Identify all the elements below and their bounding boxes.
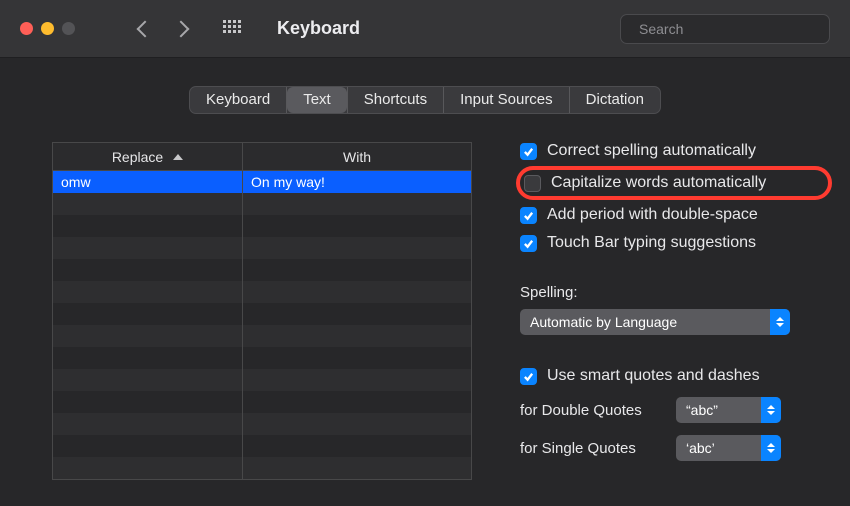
single-quotes-label: for Single Quotes (520, 440, 660, 457)
text-options: Correct spelling automatically Capitaliz… (520, 142, 850, 480)
smart-quotes-checkbox[interactable] (520, 368, 537, 385)
dropdown-arrows-icon (770, 309, 790, 335)
quotes-block: Use smart quotes and dashes for Double Q… (520, 367, 820, 461)
spelling-label: Spelling: (520, 284, 820, 301)
column-with-label: With (343, 149, 371, 165)
spelling-value: Automatic by Language (530, 314, 677, 330)
capitalize-words-label: Capitalize words automatically (551, 174, 766, 192)
tab-input-sources[interactable]: Input Sources (444, 87, 569, 113)
show-all-prefs-button[interactable] (223, 20, 241, 38)
forward-button[interactable] (175, 21, 191, 37)
table-row[interactable] (53, 347, 471, 369)
zoom-window-button[interactable] (62, 22, 75, 35)
dropdown-arrows-icon (761, 397, 781, 423)
table-row[interactable] (53, 303, 471, 325)
option-correct-spelling: Correct spelling automatically (520, 142, 820, 160)
search-field[interactable] (620, 14, 830, 44)
table-row[interactable] (53, 281, 471, 303)
option-add-period: Add period with double-space (520, 206, 820, 224)
smart-quotes-label: Use smart quotes and dashes (547, 367, 760, 385)
column-replace-label: Replace (112, 149, 163, 165)
column-header-with[interactable]: With (243, 143, 471, 170)
sort-ascending-icon (173, 154, 183, 160)
cell-with: On my way! (243, 171, 471, 193)
spelling-block: Spelling: Automatic by Language (520, 284, 820, 335)
table-row[interactable] (53, 237, 471, 259)
prefs-tabs: Keyboard Text Shortcuts Input Sources Di… (189, 86, 661, 114)
single-quotes-value: ‘abc’ (686, 440, 715, 456)
tab-keyboard[interactable]: Keyboard (190, 87, 286, 113)
table-row[interactable] (53, 457, 471, 479)
tab-text[interactable]: Text (287, 87, 347, 113)
table-row[interactable] (53, 193, 471, 215)
table-row[interactable] (53, 413, 471, 435)
table-row[interactable] (53, 325, 471, 347)
add-period-label: Add period with double-space (547, 206, 758, 224)
tab-shortcuts[interactable]: Shortcuts (348, 87, 443, 113)
close-window-button[interactable] (20, 22, 33, 35)
double-quotes-select[interactable]: “abc” (676, 397, 781, 423)
table-row[interactable]: omw On my way! (53, 171, 471, 193)
nav-buttons (135, 21, 191, 37)
tab-dictation[interactable]: Dictation (570, 87, 660, 113)
correct-spelling-label: Correct spelling automatically (547, 142, 756, 160)
double-quotes-value: “abc” (686, 402, 718, 418)
table-row[interactable] (53, 391, 471, 413)
option-smart-quotes: Use smart quotes and dashes (520, 367, 820, 385)
capitalize-words-checkbox[interactable] (524, 175, 541, 192)
option-touchbar-suggestions: Touch Bar typing suggestions (520, 234, 820, 252)
spelling-select[interactable]: Automatic by Language (520, 309, 790, 335)
table-row[interactable] (53, 435, 471, 457)
table-row[interactable] (53, 215, 471, 237)
add-period-checkbox[interactable] (520, 207, 537, 224)
touchbar-checkbox[interactable] (520, 235, 537, 252)
traffic-lights (20, 22, 75, 35)
back-button[interactable] (135, 21, 151, 37)
touchbar-label: Touch Bar typing suggestions (547, 234, 756, 252)
cell-replace: omw (53, 171, 243, 193)
option-capitalize-words: Capitalize words automatically (516, 166, 832, 200)
table-row[interactable] (53, 259, 471, 281)
double-quotes-label: for Double Quotes (520, 402, 660, 419)
correct-spelling-checkbox[interactable] (520, 143, 537, 160)
single-quotes-select[interactable]: ‘abc’ (676, 435, 781, 461)
dropdown-arrows-icon (761, 435, 781, 461)
table-body: omw On my way! (53, 171, 471, 479)
text-replacement-table: Replace With omw On my way! (52, 142, 472, 480)
window-title: Keyboard (277, 18, 360, 39)
toolbar: Keyboard (0, 0, 850, 58)
minimize-window-button[interactable] (41, 22, 54, 35)
search-input[interactable] (639, 21, 820, 37)
column-header-replace[interactable]: Replace (53, 143, 243, 170)
table-row[interactable] (53, 369, 471, 391)
